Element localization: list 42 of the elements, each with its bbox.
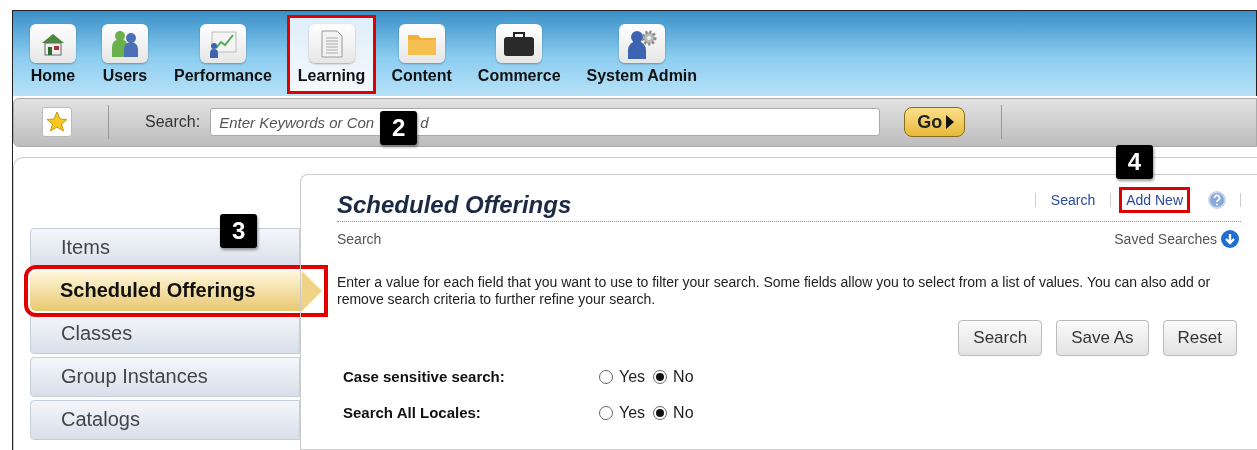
sidebar-item[interactable]: Group Instances: [30, 356, 300, 397]
section-label: Search: [337, 230, 382, 247]
help-icon[interactable]: [1208, 190, 1226, 209]
form-button[interactable]: Save As: [1056, 319, 1149, 356]
sidebar-item[interactable]: Catalogs: [30, 399, 300, 440]
radio-button[interactable]: [599, 405, 613, 420]
nav-tab[interactable]: Performance: [163, 15, 283, 94]
star-icon[interactable]: [46, 111, 68, 134]
play-icon: [946, 115, 955, 130]
users-icon: [110, 28, 140, 59]
callout-number: 2: [380, 111, 418, 145]
radio-label: Yes: [619, 403, 646, 422]
radio-button[interactable]: [599, 369, 613, 384]
nav-tab[interactable]: Learning: [286, 15, 377, 94]
form-button[interactable]: Search: [958, 319, 1043, 356]
radio-label: No: [673, 367, 694, 386]
header-link[interactable]: Search: [1043, 186, 1103, 213]
page-title: Scheduled Offerings: [337, 190, 572, 219]
field-label: Search All Locales:: [343, 404, 482, 422]
user-gear-icon: [625, 28, 658, 59]
radio-button[interactable]: [653, 369, 668, 384]
nav-tab[interactable]: System Admin: [575, 15, 709, 94]
down-arrow-icon[interactable]: [1221, 229, 1239, 248]
callout-number: 4: [1115, 144, 1153, 179]
radio-label: Yes: [619, 367, 646, 386]
nav-tab[interactable]: Users: [91, 15, 159, 94]
chart-person-icon: [207, 29, 238, 58]
header-link[interactable]: Add New: [1119, 186, 1190, 213]
field-label: Case sensitive search:: [343, 368, 506, 386]
callout-number: 3: [220, 213, 258, 248]
nav-tab[interactable]: Commerce: [466, 15, 572, 94]
instructions-text: Enter a value for each field that you want to use to filter your search. Some fields allow you to select from a list of values. You can also add or remove search criteria to further refine your search.: [337, 273, 1212, 308]
nav-tab[interactable]: Content: [380, 15, 463, 94]
radio-button[interactable]: [653, 405, 668, 420]
briefcase-icon: [503, 30, 536, 57]
form-button[interactable]: Reset: [1162, 319, 1237, 356]
nav-tab[interactable]: Home: [19, 15, 87, 94]
search-label: Search:: [145, 113, 201, 132]
go-button[interactable]: Go: [904, 107, 966, 138]
saved-searches-link[interactable]: Saved Searches: [1114, 230, 1217, 247]
radio-label: No: [673, 403, 694, 422]
document-icon: [320, 29, 343, 58]
